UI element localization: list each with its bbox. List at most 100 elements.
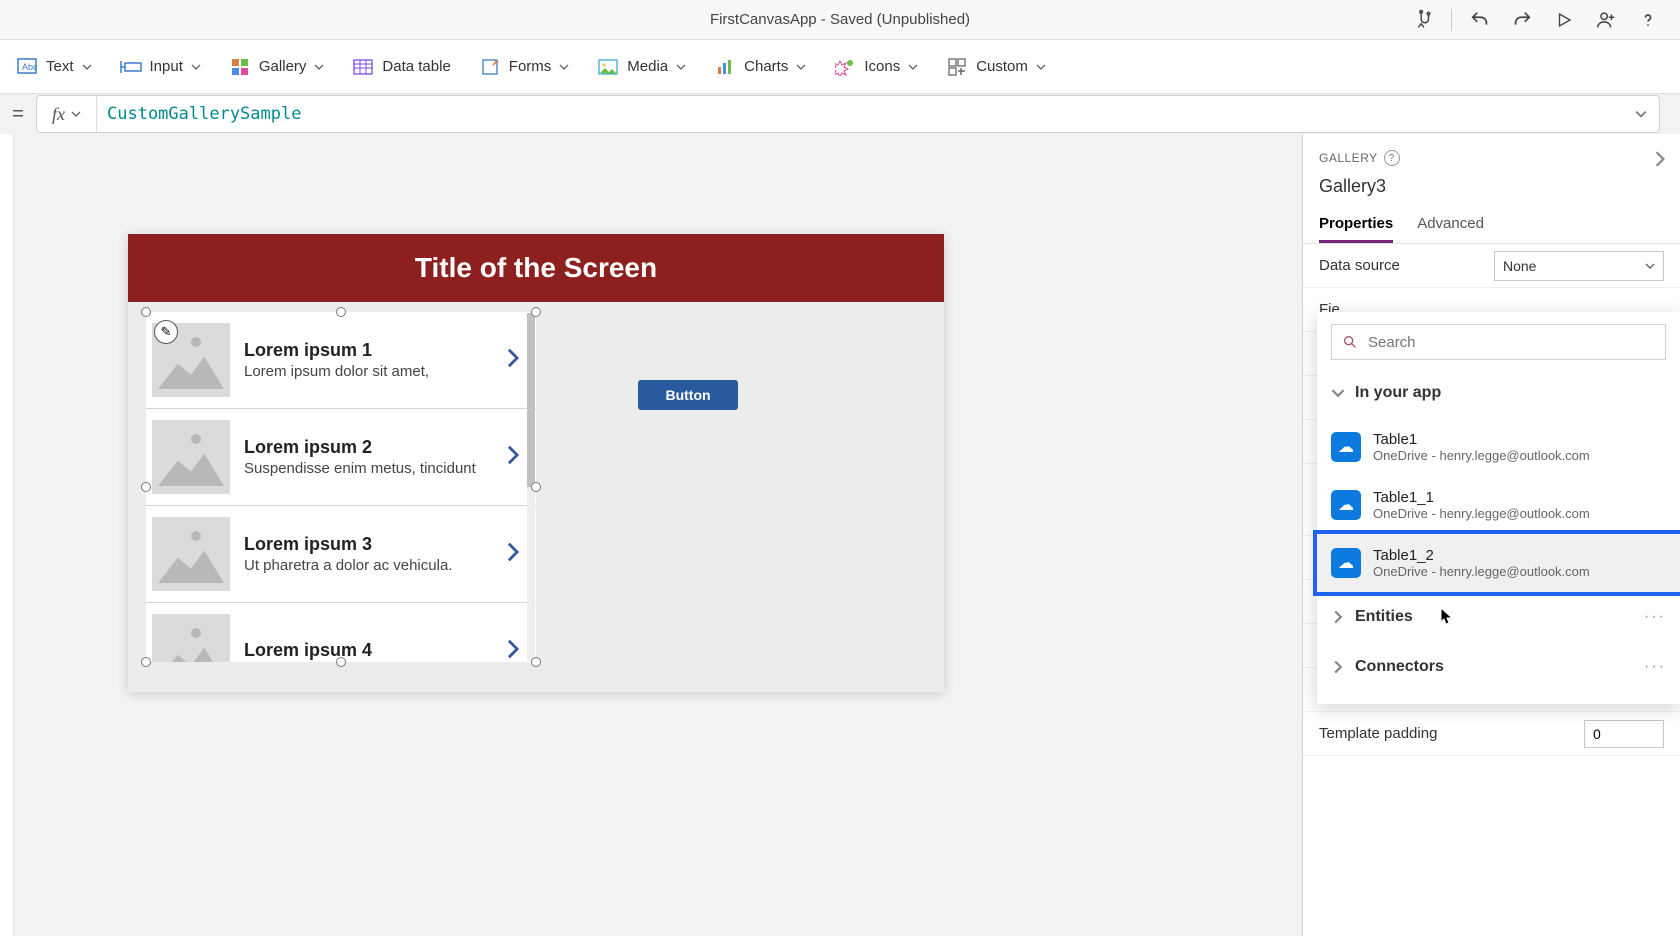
scroll-thumb[interactable] [527,313,535,487]
selection-handle[interactable] [141,482,151,492]
group-in-your-app[interactable]: In your app [1317,368,1680,418]
datasource-item[interactable]: ☁ Table1OneDrive - henry.legge@outlook.c… [1317,418,1680,476]
selection-handle[interactable] [336,657,346,667]
help-icon[interactable] [1630,2,1666,38]
dropdown-search-input[interactable] [1368,334,1655,351]
ribbon-data-table[interactable]: Data table [352,57,450,77]
redo-icon[interactable] [1504,2,1540,38]
window-title: FirstCanvasApp - Saved (Unpublished) [710,11,970,28]
datasource-item[interactable]: ☁ Table1_1OneDrive - henry.legge@outlook… [1317,476,1680,534]
datasource-sub: OneDrive - henry.legge@outlook.com [1373,564,1666,579]
tab-advanced[interactable]: Advanced [1417,207,1484,243]
image-placeholder-icon [152,614,230,662]
selection-handle[interactable] [336,307,346,317]
text-icon: Abc [16,57,38,77]
gallery-item-title: Lorem ipsum 2 [244,437,492,458]
datasource-name: Table1_2 [1373,547,1666,564]
ribbon-forms[interactable]: Forms [479,57,570,77]
expand-formula-icon[interactable] [1623,108,1659,120]
help-circle-icon[interactable]: ? [1384,150,1400,166]
chevron-right-icon[interactable] [506,347,526,374]
canvas-pane: Title of the Screen ✎ Lorem ipsum 1 Lore… [0,134,1302,936]
dropdown-search[interactable] [1331,324,1666,360]
chevron-down-icon [1645,261,1655,271]
play-preview-icon[interactable] [1546,2,1582,38]
window-bar: FirstCanvasApp - Saved (Unpublished) [0,0,1680,40]
gallery-item[interactable]: Lorem ipsum 4 [146,603,536,662]
tab-properties[interactable]: Properties [1319,207,1393,243]
chevron-down-icon [191,62,201,72]
props-control-name: Gallery3 [1319,176,1664,197]
separator [1451,9,1452,31]
data-source-dropdown[interactable]: In your app ☁ Table1OneDrive - henry.leg… [1317,312,1680,704]
ribbon-text[interactable]: Abc Text [16,57,92,77]
selection-handle[interactable] [141,307,151,317]
app-checker-icon[interactable] [1405,2,1441,38]
edit-pencil-icon[interactable]: ✎ [154,320,178,344]
chevron-right-icon [1331,660,1345,674]
ribbon-icons[interactable]: Icons [834,57,918,77]
chevron-down-icon [314,62,324,72]
gallery-item[interactable]: Lorem ipsum 1 Lorem ipsum dolor sit amet… [146,312,536,409]
insert-ribbon: Abc Text Input Gallery Data table Forms … [0,40,1680,94]
input-icon [120,57,142,77]
gallery-item[interactable]: Lorem ipsum 2 Suspendisse enim metus, ti… [146,409,536,506]
data-table-icon [352,57,374,77]
canvas-button[interactable]: Button [638,380,738,410]
datasource-sub: OneDrive - henry.legge@outlook.com [1373,506,1666,521]
app-canvas[interactable]: Title of the Screen ✎ Lorem ipsum 1 Lore… [128,234,944,692]
prop-data-source: Data source None [1303,244,1680,288]
chevron-right-icon[interactable] [1654,150,1666,173]
ribbon-input[interactable]: Input [120,57,201,77]
selection-handle[interactable] [531,482,541,492]
chevron-down-icon [71,109,81,119]
chevron-right-icon[interactable] [506,541,526,568]
search-icon [1342,334,1358,350]
media-icon [597,57,619,77]
forms-icon [479,57,501,77]
datasource-item-highlighted[interactable]: ☁ Table1_2OneDrive - henry.legge@outlook… [1317,534,1680,592]
chevron-right-icon[interactable] [506,444,526,471]
datasource-sub: OneDrive - henry.legge@outlook.com [1373,448,1666,463]
ribbon-charts[interactable]: Charts [714,57,806,77]
charts-icon [714,57,736,77]
onedrive-icon: ☁ [1331,432,1361,462]
formula-input[interactable] [97,104,1623,124]
chevron-down-icon [676,62,686,72]
custom-icon [946,57,968,77]
chevron-right-icon[interactable] [506,638,526,663]
screen-title-label[interactable]: Title of the Screen [128,234,944,302]
selection-handle[interactable] [141,657,151,667]
chevron-down-icon [1331,386,1345,400]
ribbon-gallery[interactable]: Gallery [229,57,325,77]
chevron-down-icon [559,62,569,72]
template-padding-input[interactable] [1584,720,1664,748]
data-source-select[interactable]: None [1494,251,1664,281]
property-selector[interactable]: = [0,94,36,134]
undo-icon[interactable] [1462,2,1498,38]
chevron-down-icon [796,62,806,72]
fx-button[interactable]: fx [37,96,97,132]
gallery-control[interactable]: Lorem ipsum 1 Lorem ipsum dolor sit amet… [146,312,536,662]
properties-pane: GALLERY ? Gallery3 Properties Advanced D… [1302,134,1680,936]
prop-template-padding: Template padding [1303,712,1680,756]
gallery-item-title: Lorem ipsum 3 [244,534,492,555]
icons-icon [834,57,856,77]
image-placeholder-icon [152,517,230,591]
more-icon[interactable]: ··· [1644,658,1666,676]
left-gutter [0,134,14,936]
gallery-item-title: Lorem ipsum 1 [244,340,492,361]
group-connectors[interactable]: Connectors ··· [1317,642,1680,692]
selection-handle[interactable] [531,307,541,317]
chevron-down-icon [908,62,918,72]
group-entities[interactable]: Entities ··· [1317,592,1680,642]
prop-label: Data source [1319,257,1400,274]
more-icon[interactable]: ··· [1644,608,1666,626]
ribbon-media[interactable]: Media [597,57,686,77]
main-area: Title of the Screen ✎ Lorem ipsum 1 Lore… [0,134,1680,936]
chevron-right-icon [1331,610,1345,624]
share-user-icon[interactable] [1588,2,1624,38]
selection-handle[interactable] [531,657,541,667]
ribbon-custom[interactable]: Custom [946,57,1046,77]
gallery-item[interactable]: Lorem ipsum 3 Ut pharetra a dolor ac veh… [146,506,536,603]
